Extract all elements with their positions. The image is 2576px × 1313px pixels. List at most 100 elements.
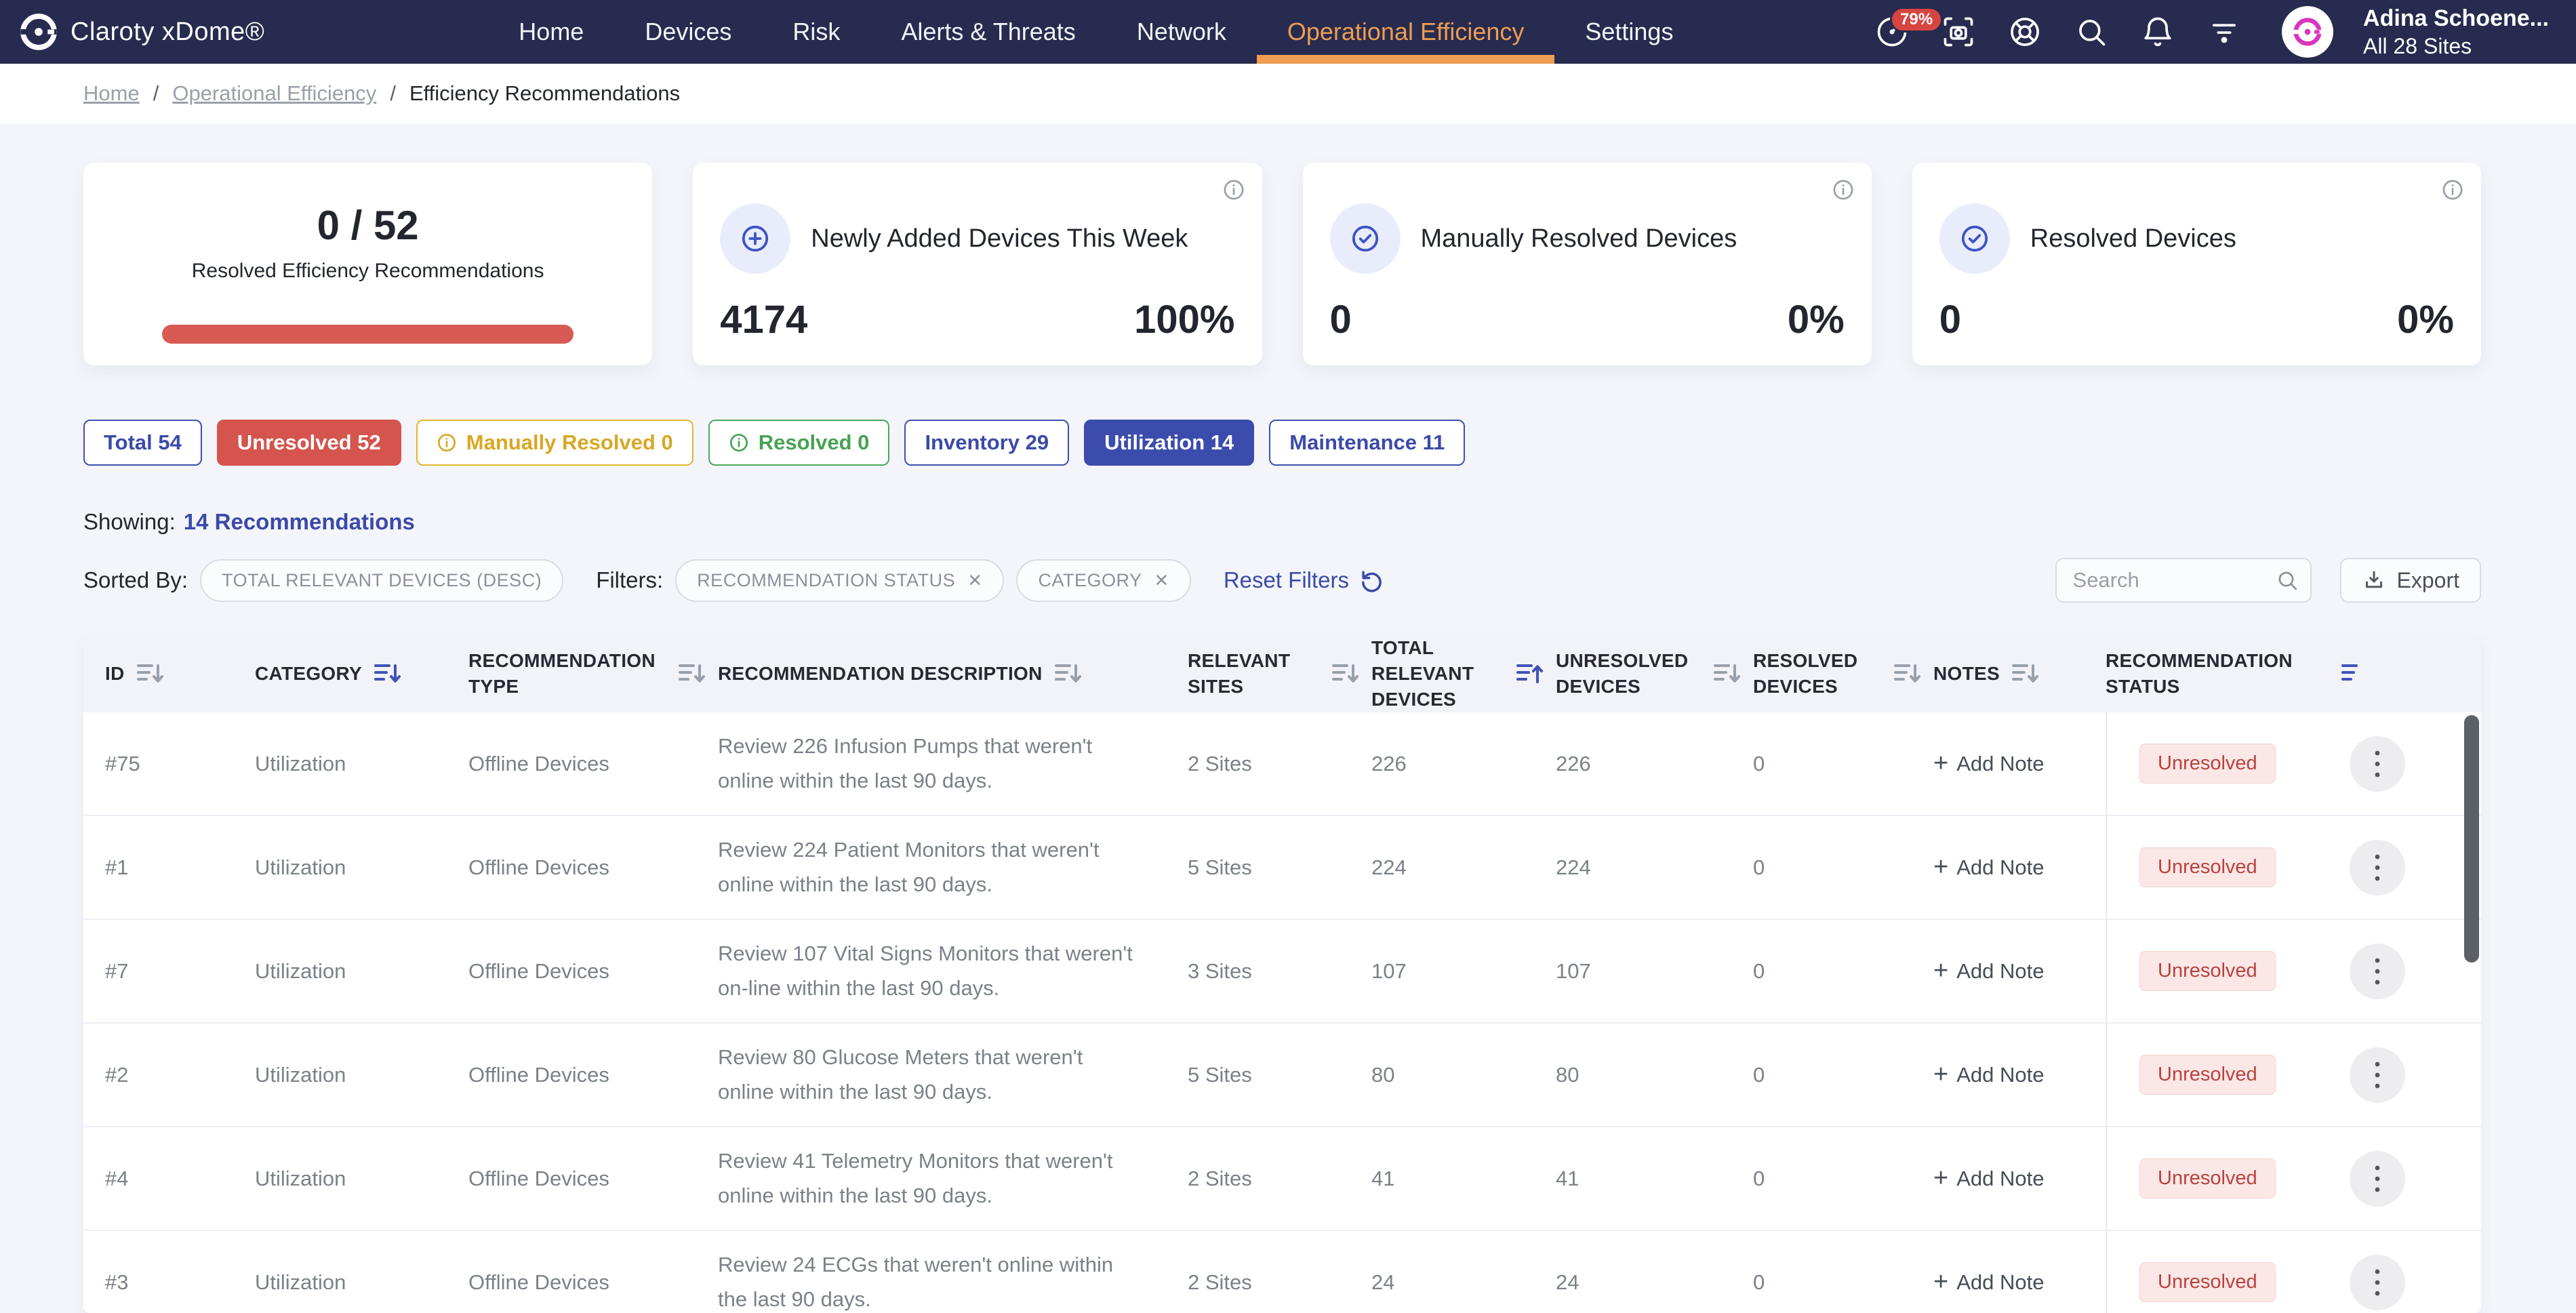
card-value: 0 [1330,297,1352,342]
chip-total[interactable]: Total 54 [83,420,202,466]
table-row[interactable]: #2 Utilization Offline Devices Review 80… [83,1024,2481,1127]
manually-resolved-devices-card: Manually Resolved Devices 0 0% [1303,163,1872,365]
col-notes[interactable]: NOTES [1933,660,2106,687]
export-button[interactable]: Export [2340,558,2481,603]
table-row[interactable]: #3 Utilization Offline Devices Review 24… [83,1231,2481,1313]
nav-item-risk[interactable]: Risk [762,0,870,64]
status-badge: Unresolved [2139,1055,2276,1095]
card-percent: 0% [1788,297,1845,342]
table-row[interactable]: #1 Utilization Offline Devices Review 22… [83,816,2481,920]
kebab-icon [2373,853,2381,883]
col-category[interactable]: CATEGORY [255,660,468,687]
add-note-button[interactable]: + Add Note [1933,749,2106,778]
col-id[interactable]: ID [105,660,255,687]
row-menu-button[interactable] [2350,1255,2405,1310]
table-header: ID CATEGORY RECOMMENDATION TYPE RECOMMEN… [83,635,2481,712]
nav-item-alerts-threats[interactable]: Alerts & Threats [870,0,1106,64]
category-value: Utilization [255,752,468,776]
sort-icon[interactable] [2009,660,2039,687]
table-row[interactable]: #7 Utilization Offline Devices Review 10… [83,920,2481,1024]
add-note-button[interactable]: + Add Note [1933,1268,2106,1297]
sorted-by-label: Sorted By: [83,567,188,593]
nav-item-devices[interactable]: Devices [614,0,762,64]
chip-maintenance[interactable]: Maintenance 11 [1269,420,1465,466]
chip-resolved[interactable]: Resolved 0 [708,420,890,466]
add-note-button[interactable]: + Add Note [1933,1164,2106,1193]
nav-item-operational-efficiency[interactable]: Operational Efficiency [1257,0,1555,64]
search-icon[interactable] [2073,14,2110,50]
total-relevant-devices-value: 41 [1371,1167,1556,1191]
plus-icon: + [1933,956,1948,986]
claroty-logo-icon [19,12,58,52]
reset-filters-button[interactable]: Reset Filters [1224,567,1384,593]
card-title: Resolved Devices [2030,224,2236,254]
nav-item-network[interactable]: Network [1106,0,1257,64]
add-note-button[interactable]: + Add Note [1933,956,2106,986]
nav-item-settings[interactable]: Settings [1554,0,1704,64]
recommendation-id: #7 [105,959,255,984]
filter-icon[interactable] [2206,14,2242,50]
sort-icon[interactable] [134,660,164,687]
col-unresolved-devices[interactable]: UNRESOLVED DEVICES [1556,648,1753,700]
chip-inventory[interactable]: Inventory 29 [904,420,1069,466]
close-icon[interactable]: ✕ [967,570,982,591]
sort-icon[interactable] [1052,660,1082,687]
recommendation-id: #1 [105,855,255,880]
notifications-bell-icon[interactable] [2139,14,2176,50]
user-block[interactable]: Adina Schoene... All 28 Sites [2363,4,2549,60]
breadcrumb-operational-efficiency[interactable]: Operational Efficiency [172,81,376,106]
col-resolved-devices[interactable]: RESOLVED DEVICES [1753,648,1933,700]
total-relevant-devices-value: 224 [1371,855,1556,880]
sort-icon[interactable] [1891,660,1921,687]
col-recommendation-type[interactable]: RECOMMENDATION TYPE [468,648,718,700]
avatar[interactable] [2282,6,2333,58]
chip-manually-resolved[interactable]: Manually Resolved 0 [416,420,693,466]
screenshot-capture-icon[interactable] [1940,14,1977,50]
sorted-by-pill[interactable]: TOTAL RELEVANT DEVICES (DESC) [200,559,563,602]
col-recommendation-status[interactable]: RECOMMENDATION STATUS [2106,648,2481,700]
status-badge: Unresolved [2139,951,2276,991]
status-cell: Unresolved [2106,1231,2481,1313]
recommendation-description: Review 80 Glucose Meters that weren't on… [718,1041,1188,1108]
add-note-button[interactable]: + Add Note [1933,1060,2106,1089]
sort-icon[interactable] [371,660,401,687]
sort-icon[interactable] [676,660,706,687]
table-row[interactable]: #75 Utilization Offline Devices Review 2… [83,712,2481,816]
sort-icon[interactable] [2339,660,2369,687]
check-circle-icon [1330,203,1401,274]
total-relevant-devices-value: 24 [1371,1270,1556,1295]
nav-item-home[interactable]: Home [488,0,614,64]
sort-icon[interactable] [1514,660,1544,687]
search-input[interactable] [2055,558,2312,603]
sort-icon[interactable] [1711,660,1741,687]
top-nav: Claroty xDome® Home Devices Risk Alerts … [0,0,2576,64]
row-menu-button[interactable] [2350,1047,2405,1103]
info-icon[interactable] [1832,179,1854,201]
info-icon[interactable] [1223,179,1245,201]
col-total-relevant-devices[interactable]: TOTAL RELEVANT DEVICES [1371,635,1556,712]
row-menu-button[interactable] [2350,944,2405,999]
help-lifebuoy-icon[interactable] [2007,14,2043,50]
plus-icon: + [1933,749,1948,778]
gauge-score-icon[interactable]: 79% [1874,14,1910,50]
table-scrollbar-thumb[interactable] [2464,715,2479,963]
chip-unresolved[interactable]: Unresolved 52 [217,420,401,466]
row-menu-button[interactable] [2350,736,2405,792]
close-icon[interactable]: ✕ [1154,570,1169,591]
row-menu-button[interactable] [2350,840,2405,895]
category-value: Utilization [255,1270,468,1295]
filter-pill-recommendation-status[interactable]: RECOMMENDATION STATUS ✕ [675,559,1004,602]
info-icon[interactable] [2442,179,2463,201]
sort-icon[interactable] [1329,660,1359,687]
col-recommendation-description[interactable]: RECOMMENDATION DESCRIPTION [718,660,1188,687]
filter-pill-category[interactable]: CATEGORY ✕ [1016,559,1190,602]
row-menu-button[interactable] [2350,1151,2405,1207]
col-relevant-sites[interactable]: RELEVANT SITES [1188,648,1371,700]
table-row[interactable]: #4 Utilization Offline Devices Review 41… [83,1127,2481,1231]
breadcrumb-home[interactable]: Home [83,81,140,106]
recommendation-id: #4 [105,1167,255,1191]
add-note-button[interactable]: + Add Note [1933,853,2106,882]
chip-utilization[interactable]: Utilization 14 [1084,420,1254,466]
resolved-devices-value: 0 [1753,959,1933,984]
resolved-devices-value: 0 [1753,752,1933,776]
